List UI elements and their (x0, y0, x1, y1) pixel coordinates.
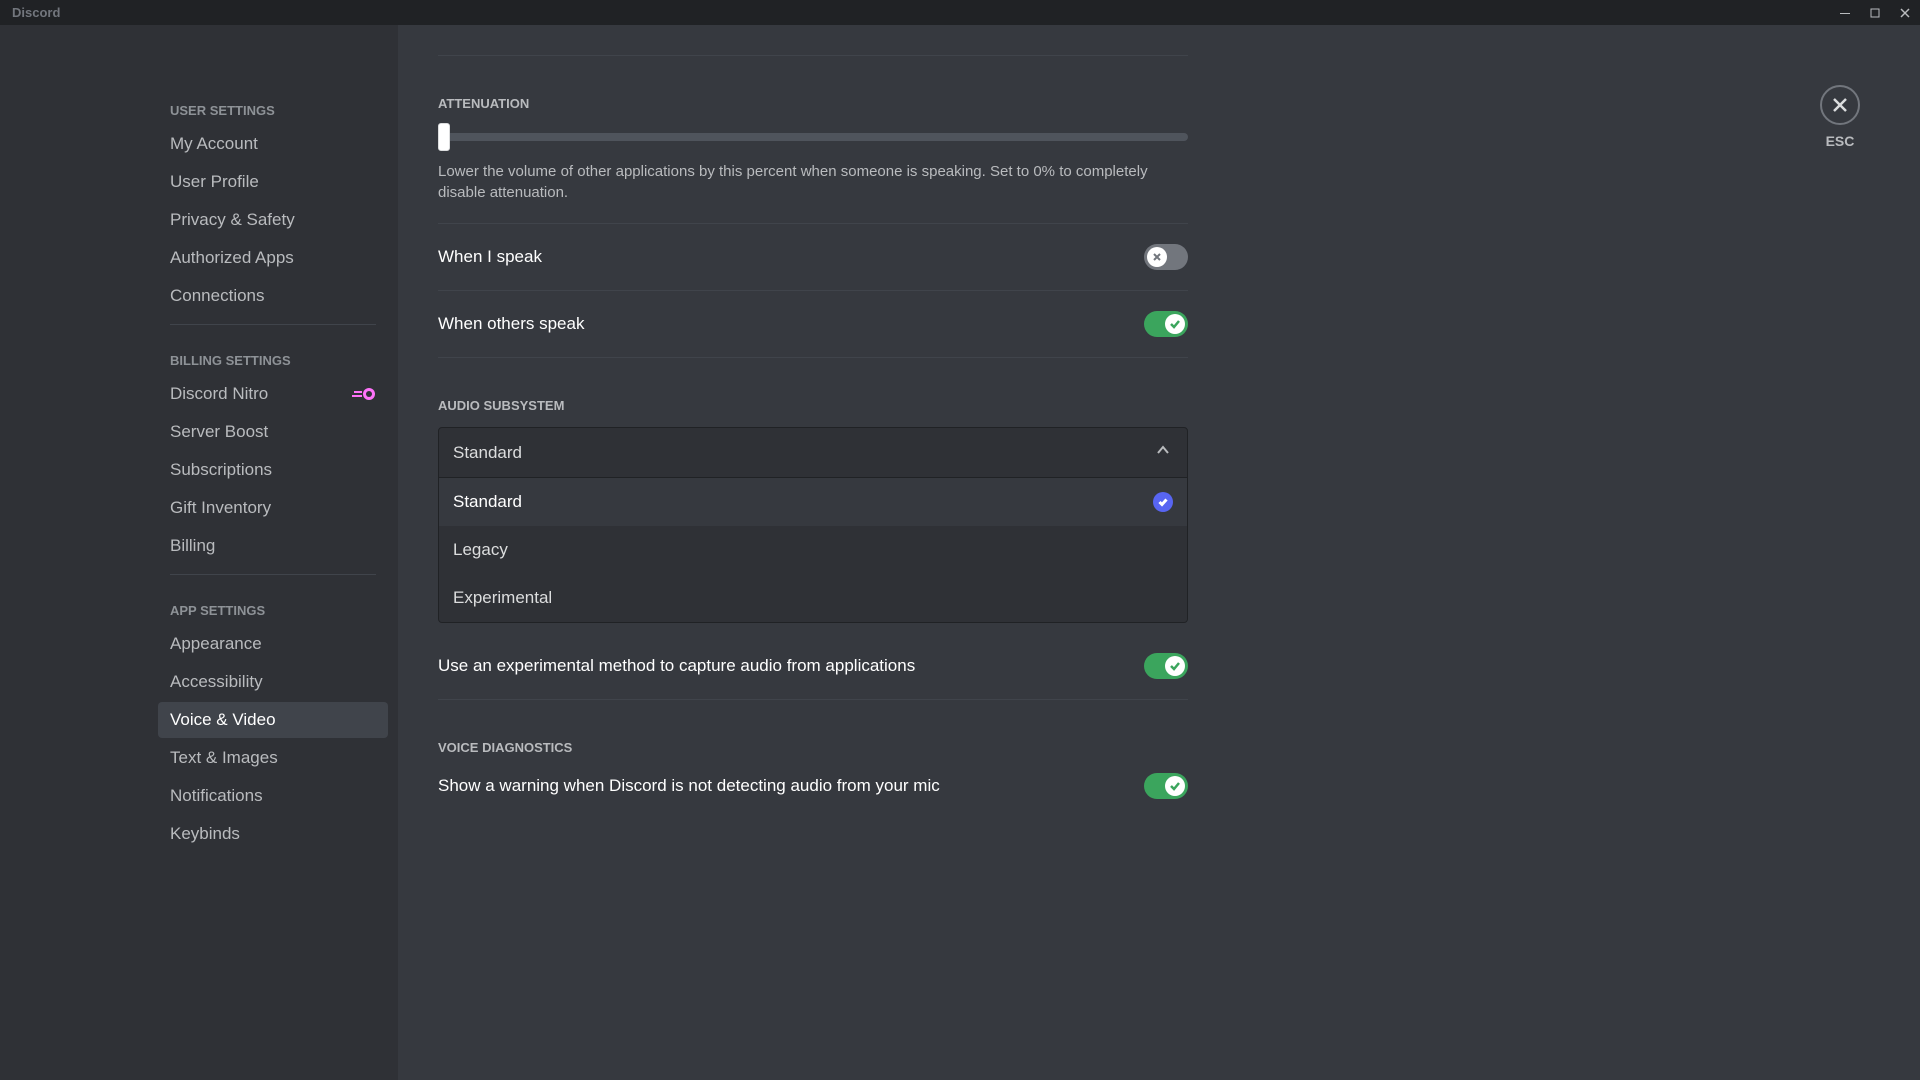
sidebar-divider (170, 324, 376, 325)
app-title: Discord (12, 5, 60, 20)
toggle-handle (1165, 776, 1185, 796)
experimental-capture-label: Use an experimental method to capture au… (438, 656, 915, 676)
row-divider (438, 357, 1188, 358)
section-divider (438, 55, 1188, 56)
user-settings-header: USER SETTINGS (158, 85, 388, 126)
sidebar-item-billing[interactable]: Billing (158, 528, 388, 564)
dropdown-selected[interactable]: Standard (439, 428, 1187, 477)
minimize-button[interactable] (1830, 0, 1860, 25)
check-circle-icon (1153, 492, 1173, 512)
sidebar-item-connections[interactable]: Connections (158, 278, 388, 314)
chevron-up-icon (1153, 440, 1173, 465)
voice-warning-toggle[interactable] (1144, 773, 1188, 799)
sidebar-item-label: Keybinds (170, 824, 240, 844)
toggle-handle (1165, 656, 1185, 676)
sidebar-item-label: Billing (170, 536, 215, 556)
sidebar-item-label: Gift Inventory (170, 498, 271, 518)
sidebar-item-label: Server Boost (170, 422, 268, 442)
sidebar-item-label: My Account (170, 134, 258, 154)
sidebar-item-keybinds[interactable]: Keybinds (158, 816, 388, 852)
sidebar-item-notifications[interactable]: Notifications (158, 778, 388, 814)
sidebar-item-label: Subscriptions (170, 460, 272, 480)
billing-settings-header: BILLING SETTINGS (158, 335, 388, 376)
close-settings-container: ESC (1820, 85, 1860, 149)
app-settings-header: APP SETTINGS (158, 585, 388, 626)
esc-label: ESC (1826, 133, 1855, 149)
sidebar-item-my-account[interactable]: My Account (158, 126, 388, 162)
dropdown-option-legacy[interactable]: Legacy (439, 526, 1187, 574)
slider-track (438, 133, 1188, 141)
when-others-speak-label: When others speak (438, 314, 584, 334)
sidebar-item-server-boost[interactable]: Server Boost (158, 414, 388, 450)
dropdown-option-label: Experimental (453, 588, 552, 608)
sidebar-item-discord-nitro[interactable]: Discord Nitro (158, 376, 388, 412)
sidebar-item-text-images[interactable]: Text & Images (158, 740, 388, 776)
voice-warning-row: Show a warning when Discord is not detec… (438, 769, 1188, 819)
close-settings-button[interactable] (1820, 85, 1860, 125)
slider-thumb[interactable] (438, 123, 450, 151)
sidebar-item-label: Discord Nitro (170, 384, 268, 404)
sidebar-item-gift-inventory[interactable]: Gift Inventory (158, 490, 388, 526)
dropdown-option-label: Standard (453, 492, 522, 512)
when-i-speak-row: When I speak (438, 224, 1188, 290)
sidebar-item-authorized-apps[interactable]: Authorized Apps (158, 240, 388, 276)
when-others-speak-row: When others speak (438, 291, 1188, 357)
sidebar-item-accessibility[interactable]: Accessibility (158, 664, 388, 700)
sidebar-item-voice-video[interactable]: Voice & Video (158, 702, 388, 738)
content-area: ESC ATTENUATION Lower the volume of othe… (398, 25, 1920, 1080)
attenuation-description: Lower the volume of other applications b… (438, 161, 1188, 203)
dropdown-option-standard[interactable]: Standard (439, 478, 1187, 526)
audio-subsystem-dropdown: Standard Standard Legacy (438, 427, 1188, 623)
sidebar-item-privacy-safety[interactable]: Privacy & Safety (158, 202, 388, 238)
when-others-speak-toggle[interactable] (1144, 311, 1188, 337)
sidebar-item-user-profile[interactable]: User Profile (158, 164, 388, 200)
audio-subsystem-header: AUDIO SUBSYSTEM (438, 398, 1188, 413)
dropdown-option-experimental[interactable]: Experimental (439, 574, 1187, 622)
sidebar-item-label: Authorized Apps (170, 248, 294, 268)
toggle-handle (1165, 314, 1185, 334)
maximize-button[interactable] (1860, 0, 1890, 25)
sidebar-item-label: Notifications (170, 786, 263, 806)
close-window-button[interactable] (1890, 0, 1920, 25)
sidebar-item-label: Text & Images (170, 748, 278, 768)
dropdown-option-label: Legacy (453, 540, 508, 560)
sidebar-item-label: Connections (170, 286, 265, 306)
experimental-capture-toggle[interactable] (1144, 653, 1188, 679)
row-divider (438, 699, 1188, 700)
sidebar-item-label: Voice & Video (170, 710, 276, 730)
attenuation-slider[interactable] (438, 125, 1188, 149)
sidebar-item-appearance[interactable]: Appearance (158, 626, 388, 662)
toggle-handle (1147, 247, 1167, 267)
sidebar-divider (170, 574, 376, 575)
settings-sidebar: USER SETTINGS My Account User Profile Pr… (0, 25, 398, 1080)
voice-warning-label: Show a warning when Discord is not detec… (438, 776, 940, 796)
experimental-capture-row: Use an experimental method to capture au… (438, 633, 1188, 699)
dropdown-selected-label: Standard (453, 443, 522, 463)
sidebar-item-label: Privacy & Safety (170, 210, 295, 230)
titlebar: Discord (0, 0, 1920, 25)
sidebar-item-label: Appearance (170, 634, 262, 654)
dropdown-options: Standard Legacy Experimental (439, 477, 1187, 622)
when-i-speak-label: When I speak (438, 247, 542, 267)
voice-diagnostics-header: VOICE DIAGNOSTICS (438, 740, 1188, 755)
window-controls (1830, 0, 1920, 25)
sidebar-item-label: User Profile (170, 172, 259, 192)
nitro-icon (352, 386, 376, 402)
attenuation-header: ATTENUATION (438, 96, 1188, 111)
sidebar-item-subscriptions[interactable]: Subscriptions (158, 452, 388, 488)
when-i-speak-toggle[interactable] (1144, 244, 1188, 270)
sidebar-item-label: Accessibility (170, 672, 263, 692)
